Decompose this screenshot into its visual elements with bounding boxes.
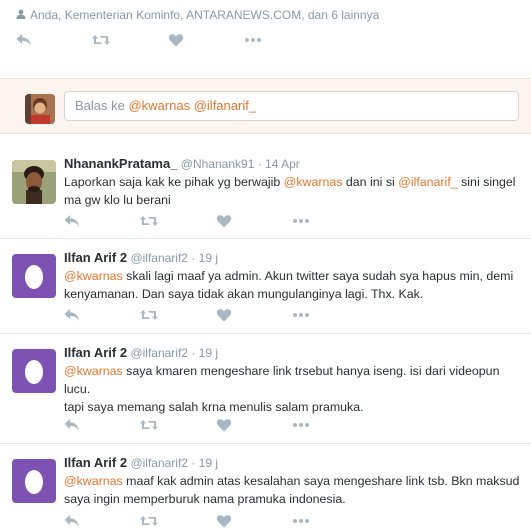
retweet-icon[interactable] bbox=[140, 307, 216, 323]
retweet-icon[interactable] bbox=[140, 417, 216, 433]
more-icon[interactable] bbox=[292, 307, 368, 323]
mention-link[interactable]: @kwarnas bbox=[284, 175, 343, 189]
mention-link[interactable]: @kwarnas bbox=[128, 98, 190, 113]
timestamp[interactable]: 14 Apr bbox=[265, 157, 300, 171]
heart-icon[interactable] bbox=[168, 32, 244, 48]
retweet-icon[interactable] bbox=[140, 213, 216, 229]
tweet-footer: Anda, Kementerian Kominfo, ANTARANEWS.CO… bbox=[0, 0, 531, 78]
heart-icon[interactable] bbox=[216, 417, 292, 433]
mention-link[interactable]: @ilfanarif_ bbox=[194, 98, 256, 113]
tweet[interactable]: NhanankPratama_ @Nhanank91 · 14 Apr Lapo… bbox=[0, 146, 531, 239]
separator: · bbox=[187, 251, 199, 265]
tweet-text: @kwarnas skali lagi maaf ya admin. Akun … bbox=[64, 267, 521, 303]
avatar[interactable] bbox=[12, 349, 56, 393]
tweet-actions bbox=[64, 213, 368, 229]
text-segment: dan ini si bbox=[342, 175, 399, 189]
timestamp[interactable]: 19 j bbox=[199, 456, 218, 470]
more-icon[interactable] bbox=[292, 417, 368, 433]
tweet[interactable]: Ilfan Arif 2 @ilfanarif2 · 19 j @kwarnas… bbox=[0, 445, 531, 531]
tweet-text: Laporkan saja kak ke pihak yg berwajib @… bbox=[64, 173, 521, 209]
reply-icon[interactable] bbox=[16, 32, 92, 48]
tweet[interactable]: Ilfan Arif 2 @ilfanarif2 · 19 j @kwarnas… bbox=[0, 335, 531, 444]
separator: · bbox=[187, 346, 199, 360]
heart-icon[interactable] bbox=[216, 213, 292, 229]
tweet-header: Ilfan Arif 2 @ilfanarif2 · 19 j bbox=[64, 250, 521, 266]
reply-icon[interactable] bbox=[64, 213, 140, 229]
tweet-header: Ilfan Arif 2 @ilfanarif2 · 19 j bbox=[64, 455, 521, 471]
handle[interactable]: @ilfanarif2 bbox=[130, 251, 188, 265]
tweet-header: NhanankPratama_ @Nhanank91 · 14 Apr bbox=[64, 156, 521, 172]
mention-link[interactable]: @ilfanarif_ bbox=[398, 175, 457, 189]
tweet-actions bbox=[64, 417, 368, 433]
reply-prefix: Balas ke bbox=[75, 98, 129, 113]
more-icon[interactable] bbox=[292, 213, 368, 229]
reply-icon[interactable] bbox=[64, 307, 140, 323]
retweet-icon[interactable] bbox=[140, 513, 216, 529]
text-segment: maaf kak admin atas kesalahan saya menge… bbox=[64, 474, 520, 506]
avatar bbox=[25, 94, 55, 124]
timestamp[interactable]: 19 j bbox=[199, 346, 218, 360]
reply-icon[interactable] bbox=[64, 417, 140, 433]
reply-composer: Balas ke @kwarnas @ilfanarif_ bbox=[0, 78, 531, 134]
text-segment: skali lagi maaf ya admin. Akun twitter s… bbox=[64, 269, 514, 301]
avatar[interactable] bbox=[12, 459, 56, 503]
mention-link[interactable]: @kwarnas bbox=[64, 474, 123, 488]
text-segment: tapi saya memang salah krna menulis sala… bbox=[64, 400, 364, 414]
separator: · bbox=[187, 456, 199, 470]
heart-icon[interactable] bbox=[216, 307, 292, 323]
avatar[interactable] bbox=[12, 160, 56, 204]
tweet-body: Ilfan Arif 2 @ilfanarif2 · 19 j @kwarnas… bbox=[64, 250, 521, 303]
mention-link[interactable]: @kwarnas bbox=[64, 269, 123, 283]
tweet-actions bbox=[16, 32, 320, 48]
separator: · bbox=[254, 157, 266, 171]
avatar[interactable] bbox=[12, 254, 56, 298]
reply-icon[interactable] bbox=[64, 513, 140, 529]
more-icon[interactable] bbox=[244, 32, 320, 48]
display-name[interactable]: Ilfan Arif 2 bbox=[64, 455, 127, 470]
handle[interactable]: @Nhanank91 bbox=[181, 157, 255, 171]
tweet[interactable]: Ilfan Arif 2 @ilfanarif2 · 19 j @kwarnas… bbox=[0, 240, 531, 334]
text-segment: Laporkan saja kak ke pihak yg berwajib bbox=[64, 175, 284, 189]
heart-icon[interactable] bbox=[216, 513, 292, 529]
handle[interactable]: @ilfanarif2 bbox=[130, 456, 188, 470]
tweet-actions bbox=[64, 307, 368, 323]
tweet-actions bbox=[64, 513, 368, 529]
liked-by[interactable]: Anda, Kementerian Kominfo, ANTARANEWS.CO… bbox=[16, 8, 379, 22]
person-icon bbox=[16, 8, 26, 22]
tweet-header: Ilfan Arif 2 @ilfanarif2 · 19 j bbox=[64, 345, 521, 361]
liked-by-text: Anda, Kementerian Kominfo, ANTARANEWS.CO… bbox=[30, 8, 380, 22]
more-icon[interactable] bbox=[292, 513, 368, 529]
display-name[interactable]: Ilfan Arif 2 bbox=[64, 250, 127, 265]
display-name[interactable]: Ilfan Arif 2 bbox=[64, 345, 127, 360]
tweet-body: Ilfan Arif 2 @ilfanarif2 · 19 j @kwarnas… bbox=[64, 345, 521, 416]
display-name[interactable]: NhanankPratama_ bbox=[64, 156, 177, 171]
tweet-text: @kwarnas saya kmaren mengeshare link trs… bbox=[64, 362, 521, 416]
reply-input[interactable]: Balas ke @kwarnas @ilfanarif_ bbox=[64, 91, 519, 121]
retweet-icon[interactable] bbox=[92, 32, 168, 48]
tweet-body: Ilfan Arif 2 @ilfanarif2 · 19 j @kwarnas… bbox=[64, 455, 521, 508]
handle[interactable]: @ilfanarif2 bbox=[130, 346, 188, 360]
tweet-text: @kwarnas maaf kak admin atas kesalahan s… bbox=[64, 472, 521, 508]
mention-link[interactable]: @kwarnas bbox=[64, 364, 123, 378]
timestamp[interactable]: 19 j bbox=[199, 251, 218, 265]
text-segment: saya kmaren mengeshare link trsebut hany… bbox=[64, 364, 500, 396]
tweet-body: NhanankPratama_ @Nhanank91 · 14 Apr Lapo… bbox=[64, 156, 521, 209]
